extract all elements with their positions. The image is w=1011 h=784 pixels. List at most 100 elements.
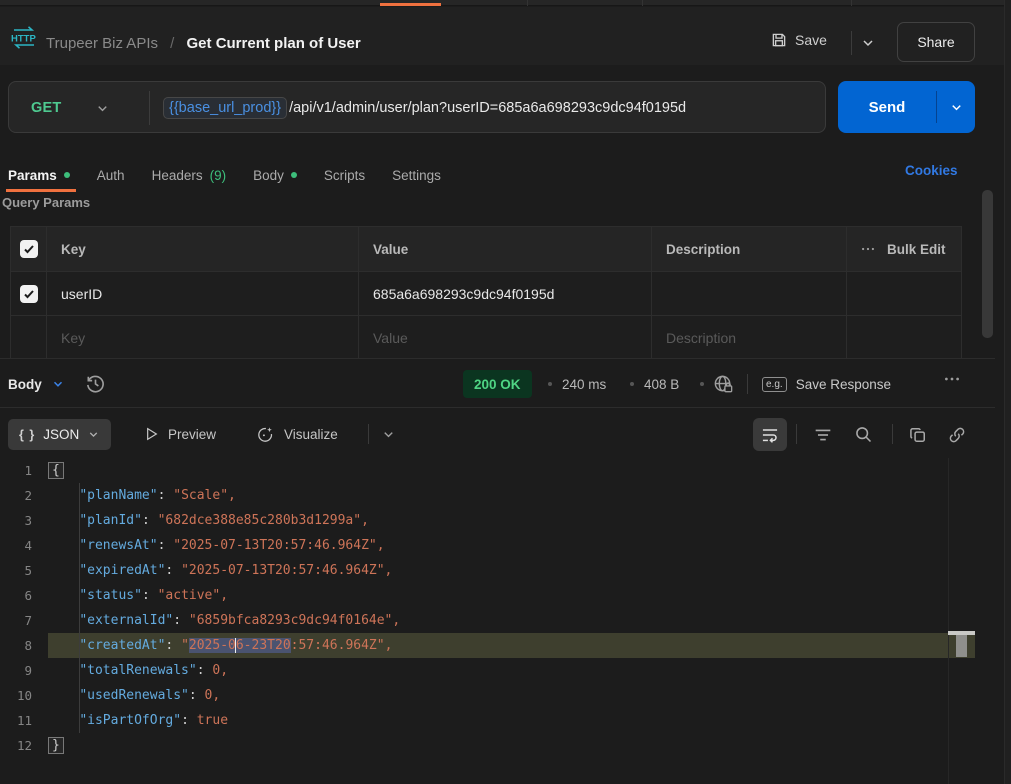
code-line-content: "expiredAt": "2025-07-13T20:57:46.964Z", [48,558,975,583]
send-button[interactable]: Send [838,81,936,133]
send-button-group: Send [838,81,975,133]
code-line-content: "totalRenewals": 0, [48,658,975,683]
save-response-button[interactable]: e.g. Save Response [762,359,891,409]
url-input[interactable]: {{base_url_prod}} /api/v1/admin/user/pla… [163,82,686,134]
code-line: 12} [0,733,975,758]
link-button[interactable] [940,418,974,451]
line-number: 4 [0,533,48,558]
tab-auth-label: Auth [97,168,125,183]
tab-settings[interactable]: Settings [392,168,441,183]
code-scrollbar-thumb[interactable] [956,635,967,657]
collection-name[interactable]: Trupeer Biz APIs [46,35,158,52]
filter-button[interactable] [806,418,840,451]
bulk-edit-button[interactable]: Bulk Edit [847,227,961,271]
visualize-button[interactable]: Visualize [256,410,338,458]
line-number: 3 [0,508,48,533]
param-key-cell[interactable]: userID [47,272,359,315]
search-button[interactable] [846,418,880,451]
new-key-input[interactable]: Key [47,316,359,359]
line-number: 12 [0,733,48,758]
header-divider [851,31,852,55]
code-lines[interactable]: 1{2 "planName": "Scale",3 "planId": "682… [0,458,975,758]
send-options-chevron[interactable] [937,81,975,133]
copy-icon [908,425,928,445]
new-value-input[interactable]: Value [359,316,652,359]
tab-scripts-label: Scripts [324,168,365,183]
row-checkbox[interactable] [20,285,38,303]
table-header-row: Key Value Description Bulk Edit [11,227,961,271]
request-header: HTTP Trupeer Biz APIs / Get Current plan… [0,7,1011,65]
bulk-edit-label: Bulk Edit [887,242,946,257]
query-params-table: Key Value Description Bulk Edit userID 6… [10,226,962,360]
response-time: 240 ms [562,359,606,409]
line-number: 11 [0,708,48,733]
tab-body[interactable]: Body [253,168,297,183]
tab-auth[interactable]: Auth [97,168,125,183]
toolbar-divider [796,424,797,444]
code-line: 1{ [0,458,975,483]
cookies-link[interactable]: Cookies [905,163,958,178]
wrap-text-button[interactable] [753,418,787,451]
param-description-cell[interactable] [652,272,847,315]
method-label: GET [31,100,61,116]
select-all-checkbox[interactable] [20,240,38,258]
filter-icon [812,424,834,446]
code-line-content: "planId": "682dce388e85c280b3d1299a", [48,508,975,533]
body-modified-dot [291,172,297,178]
tab-headers[interactable]: Headers (9) [152,168,227,183]
request-name: Get Current plan of User [187,35,361,52]
url-variable[interactable]: {{base_url_prod}} [163,97,287,119]
request-tabs: Params Auth Headers (9) Body Scripts Set… [8,158,441,192]
network-globe-icon[interactable] [712,359,735,409]
response-meta-bar: Body 200 OK 240 ms 408 B e. [0,358,995,408]
window-tab-strip [0,0,1011,6]
share-button[interactable]: Share [897,22,975,62]
play-icon [143,426,159,442]
code-line: 6 "status": "active", [0,583,975,608]
tab-scripts[interactable]: Scripts [324,168,365,183]
save-button[interactable]: Save [770,31,827,49]
tab-headers-label: Headers [152,168,203,183]
code-line: 5 "expiredAt": "2025-07-13T20:57:46.964Z… [0,558,975,583]
format-chevron-icon [87,428,100,441]
response-history-icon[interactable] [84,372,107,395]
params-scrollbar-thumb[interactable] [982,190,993,338]
copy-button[interactable] [901,418,935,451]
code-line: 10 "usedRenewals": 0, [0,683,975,708]
link-icon [947,425,967,445]
code-line-content: "externalId": "6859bfca8293c9dc94f0164e"… [48,608,975,633]
response-more-options-icon[interactable] [944,376,960,382]
url-divider [149,91,150,125]
line-number: 9 [0,658,48,683]
save-options-chevron[interactable] [860,35,876,51]
http-badge-text: HTTP [11,34,36,45]
more-columns-icon[interactable] [861,246,875,252]
line-number: 6 [0,583,48,608]
app-window: HTTP Trupeer Biz APIs / Get Current plan… [0,0,1011,784]
tab-params[interactable]: Params [8,168,70,183]
url-bar[interactable]: GET {{base_url_prod}} /api/v1/admin/user… [8,81,826,133]
new-description-input[interactable]: Description [652,316,847,359]
preview-button[interactable]: Preview [143,410,216,458]
code-line: 7 "externalId": "6859bfca8293c9dc94f0164… [0,608,975,633]
code-line: 3 "planId": "682dce388e85c280b3d1299a", [0,508,975,533]
query-params-title: Query Params [2,195,90,210]
param-value-cell[interactable]: 685a6a698293c9dc94f0195d [359,272,652,315]
view-options-chevron[interactable] [381,410,396,458]
line-number: 10 [0,683,48,708]
line-number: 8 [0,633,48,658]
save-response-label: Save Response [796,377,891,392]
code-line-content: "renewsAt": "2025-07-13T20:57:46.964Z", [48,533,975,558]
empty-checkbox-cell [11,316,47,359]
format-label: JSON [43,427,79,442]
code-line-content: "planName": "Scale", [48,483,975,508]
method-selector[interactable]: GET [23,82,110,134]
response-view-chevron-icon [51,377,65,391]
url-path: /api/v1/admin/user/plan?userID=685a6a698… [289,100,686,116]
format-selector[interactable]: { } JSON [8,419,111,450]
response-size: 408 B [644,359,679,409]
active-tab-indicator [380,3,441,6]
response-view-selector[interactable]: Body [8,359,65,409]
response-view-label: Body [8,377,42,392]
code-line: 2 "planName": "Scale", [0,483,975,508]
